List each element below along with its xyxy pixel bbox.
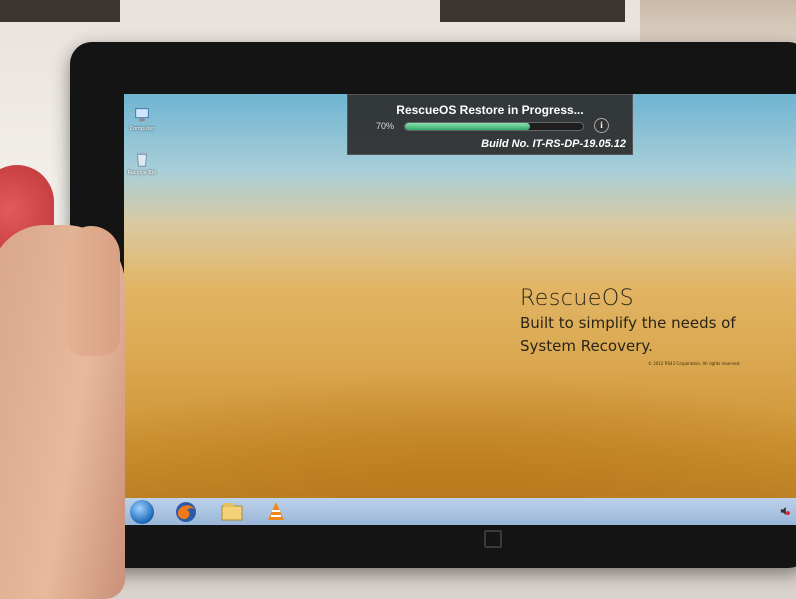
desktop-icon-label: Computer bbox=[129, 126, 155, 132]
progress-percent: 70% bbox=[376, 121, 395, 131]
desktop-icon-label: Recycle Bin bbox=[127, 170, 157, 176]
firefox-icon[interactable] bbox=[174, 500, 198, 524]
restore-progress-panel: RescueOS Restore in Progress... 70% i Bu… bbox=[347, 94, 633, 155]
computer-icon bbox=[135, 108, 149, 122]
taskbar bbox=[124, 498, 796, 525]
file-explorer-icon[interactable] bbox=[220, 500, 244, 524]
volume-muted-icon[interactable] bbox=[780, 506, 790, 516]
build-number: Build No. IT-RS-DP-19.05.12 bbox=[481, 138, 626, 150]
recycle-bin-icon bbox=[136, 152, 148, 167]
thumb bbox=[66, 226, 120, 356]
panel-title: RescueOS Restore in Progress... bbox=[396, 103, 584, 117]
progress-bar-fill bbox=[405, 123, 530, 130]
copyright-text: © 2012 RS43 Corporation. All rights rese… bbox=[648, 361, 741, 366]
vlc-icon[interactable] bbox=[264, 500, 288, 524]
desktop-icon-recycle-bin[interactable]: Recycle Bin bbox=[124, 150, 162, 176]
tagline-line-1: Built to simplify the needs of bbox=[520, 314, 736, 332]
room-window bbox=[440, 0, 625, 22]
desktop-icon-computer[interactable]: Computer bbox=[124, 106, 162, 132]
tagline-line-2: System Recovery. bbox=[520, 337, 653, 355]
start-orb-icon[interactable] bbox=[130, 500, 154, 524]
wallpaper-branding: RescueOS Built to simplify the needs of … bbox=[520, 286, 736, 357]
progress-bar bbox=[404, 122, 584, 131]
room-window bbox=[0, 0, 120, 22]
windows-logo-icon bbox=[484, 530, 502, 548]
info-icon[interactable]: i bbox=[594, 118, 609, 133]
product-name: RescueOS bbox=[520, 286, 635, 311]
